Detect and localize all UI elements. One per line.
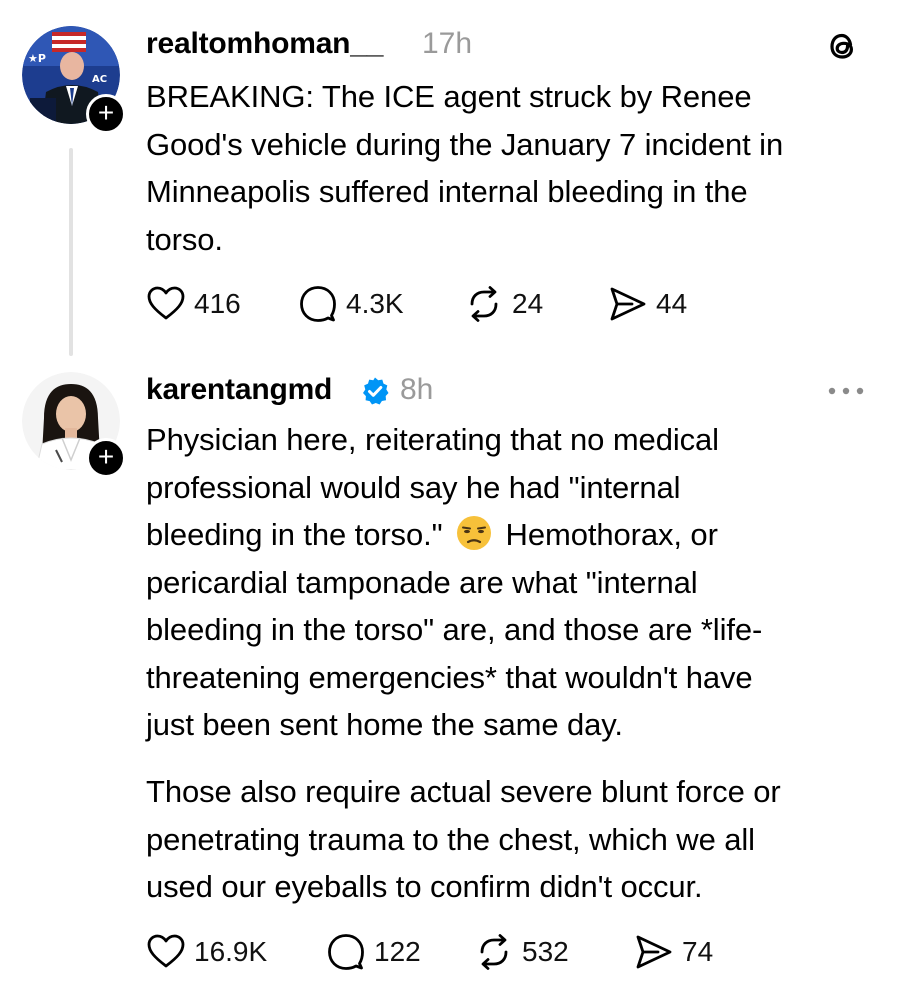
thread-connector-line — [69, 148, 73, 356]
comment-icon — [300, 286, 336, 322]
reply-button[interactable]: 4.3K — [298, 284, 404, 324]
svg-text:AC: AC — [92, 74, 107, 85]
like-count: 416 — [194, 288, 241, 319]
like-button[interactable]: 416 — [146, 284, 241, 324]
body-text-segment: bleeding in the torso." — [146, 517, 443, 552]
post-actions: 416 4.3K 24 44 — [146, 284, 846, 324]
body-line: penetrating trauma to the chest, which w… — [146, 821, 755, 857]
send-icon — [636, 935, 672, 969]
post-realtomhoman: ★P AC + realtomhoman__ 17h BREAKING: The… — [0, 0, 902, 360]
username[interactable]: realtomhoman__ — [146, 27, 383, 61]
reply-button[interactable]: 122 — [326, 932, 421, 972]
repost-icon — [470, 286, 498, 322]
unamused-face-emoji — [457, 516, 492, 550]
reply-count: 4.3K — [346, 288, 404, 319]
follow-plus-button[interactable]: + — [86, 94, 126, 134]
reply-count: 122 — [374, 936, 421, 967]
post-time: 17h — [422, 27, 473, 60]
post-body: BREAKING: The ICE agent struck by Renee … — [146, 73, 886, 263]
post-body: Physician here, reiterating that no medi… — [146, 416, 886, 749]
verified-badge-icon — [360, 376, 390, 406]
heart-icon — [147, 934, 185, 968]
body-text-segment: Hemothorax, or — [505, 517, 718, 552]
repost-button[interactable]: 24 — [464, 284, 543, 324]
body-line: pericardial tamponade are what "internal — [146, 564, 698, 600]
post-time: 8h — [400, 373, 434, 406]
share-count: 74 — [682, 936, 714, 967]
body-line: Physician here, reiterating that no medi… — [146, 422, 719, 457]
svg-text:★P: ★P — [28, 52, 46, 65]
share-button[interactable]: 44 — [608, 284, 687, 324]
avatar-karentangmd[interactable]: + — [22, 372, 126, 478]
body-line: professional would say he had "internal — [146, 469, 681, 505]
post-body-paragraph-2: Those also require actual severe blunt f… — [146, 768, 886, 911]
repost-button[interactable]: 532 — [474, 932, 569, 972]
body-line: Good's vehicle during the January 7 inci… — [146, 126, 784, 162]
heart-icon — [147, 286, 185, 320]
username[interactable]: karentangmd — [146, 373, 332, 407]
body-line: threatening emergencies* that wouldn't h… — [146, 659, 753, 695]
post-actions: 16.9K 122 532 74 — [146, 932, 846, 972]
repost-icon — [480, 934, 508, 970]
body-line: used our eyeballs to confirm didn't occu… — [146, 869, 703, 904]
like-button[interactable]: 16.9K — [146, 932, 267, 972]
avatar-realtomhoman[interactable]: ★P AC + — [22, 26, 126, 134]
repost-count: 24 — [512, 288, 544, 319]
share-button[interactable]: 74 — [634, 932, 713, 972]
send-icon — [610, 287, 646, 321]
repost-count: 532 — [522, 936, 569, 967]
body-line: just been sent home the same day. — [146, 707, 623, 742]
body-line-with-emoji: bleeding in the torso." Hemothorax, or — [146, 511, 886, 559]
post-karentangmd: + karentangmd 8h Physician here, reitera… — [0, 360, 902, 1000]
body-line: Those also require actual severe blunt f… — [146, 774, 781, 809]
follow-plus-button[interactable]: + — [86, 438, 126, 478]
more-dots-icon[interactable] — [826, 384, 866, 396]
share-count: 44 — [656, 288, 688, 319]
comment-icon — [328, 934, 364, 970]
body-line: torso. — [146, 221, 223, 257]
like-count: 16.9K — [194, 936, 268, 967]
body-line: BREAKING: The ICE agent struck by Renee — [146, 79, 752, 114]
body-line: Minneapolis suffered internal bleeding i… — [146, 174, 748, 209]
body-line: bleeding in the torso" are, and those ar… — [146, 612, 763, 647]
